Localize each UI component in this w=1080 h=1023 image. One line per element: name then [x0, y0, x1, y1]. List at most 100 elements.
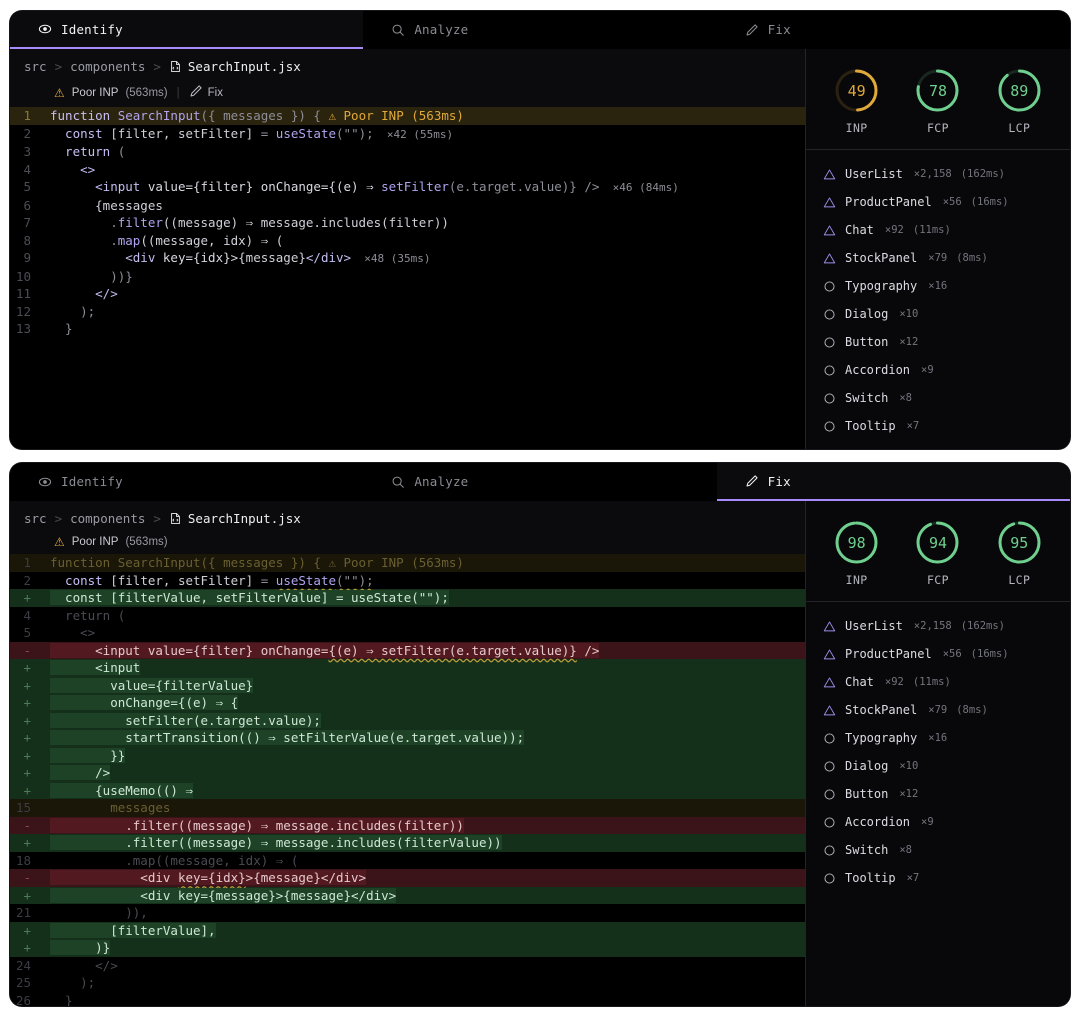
- code-token: setFilter: [381, 179, 449, 194]
- component-row[interactable]: Button ×12: [806, 328, 1070, 356]
- component-time: (162ms): [960, 168, 1005, 180]
- finding-fix-action[interactable]: Fix: [189, 84, 223, 101]
- component-name: Dialog: [845, 759, 889, 773]
- score-fcp: 94 FCP: [904, 519, 972, 587]
- component-name: Tooltip: [845, 871, 896, 885]
- line-source: <>: [40, 161, 805, 179]
- code-token: startTransition(() ⇒ setFilterValue(e.ta…: [50, 730, 525, 745]
- tab-analyze[interactable]: Analyze: [363, 463, 717, 501]
- circle-icon: [822, 279, 836, 293]
- diff-block: 1 function SearchInput({ messages }) { ⚠ …: [10, 554, 805, 1006]
- breadcrumb-file[interactable]: SearchInput.jsx: [169, 511, 301, 526]
- line-number: 18: [15, 852, 31, 868]
- code-token: />: [50, 765, 111, 780]
- breadcrumb-part[interactable]: src: [24, 59, 47, 74]
- code-token: )),: [50, 905, 148, 920]
- line-number: 9: [23, 250, 31, 265]
- component-row[interactable]: Accordion ×9: [806, 356, 1070, 384]
- code-line: 6 {messages: [10, 197, 805, 215]
- component-row[interactable]: Switch ×8: [806, 836, 1070, 864]
- line-number: 12: [15, 303, 31, 319]
- breadcrumb-separator: >: [153, 59, 161, 74]
- code-token: ×48 (35ms): [351, 252, 431, 265]
- code-token: key={idx}>: [162, 250, 239, 265]
- component-row[interactable]: Typography ×16: [806, 724, 1070, 752]
- component-name: UserList: [845, 167, 903, 181]
- warning-triangle-icon: [822, 619, 836, 633]
- breadcrumb-file-label: SearchInput.jsx: [187, 511, 301, 526]
- component-row[interactable]: Dialog ×10: [806, 752, 1070, 780]
- pencil-icon: [745, 474, 759, 488]
- component-row[interactable]: Typography ×16: [806, 272, 1070, 300]
- component-name: ProductPanel: [845, 647, 932, 661]
- line-source: );: [40, 303, 805, 321]
- code-token: function SearchInput({ messages }) { ⚠ P…: [50, 555, 464, 570]
- tab-fix[interactable]: Fix: [716, 463, 1070, 501]
- breadcrumb: src > components > SearchInput.jsx: [10, 49, 805, 82]
- code-token: function: [50, 108, 118, 123]
- breadcrumb-file-label: SearchInput.jsx: [187, 59, 301, 74]
- line-source: value={filterValue}: [40, 677, 805, 695]
- component-row[interactable]: UserList ×2,158 (162ms): [806, 160, 1070, 188]
- component-row[interactable]: Switch ×8: [806, 384, 1070, 412]
- component-row[interactable]: Chat ×92 (11ms): [806, 668, 1070, 696]
- score-value: 89: [1010, 81, 1029, 100]
- panel-body: src > components > SearchInput.jsx ⚠ Poor INP (…: [10, 49, 1070, 449]
- tab-analyze[interactable]: Analyze: [363, 11, 717, 49]
- line-source: )),: [40, 904, 805, 922]
- component-row[interactable]: Dialog ×10: [806, 300, 1070, 328]
- breadcrumb-part[interactable]: components: [70, 59, 145, 74]
- line-source: <div key={idx}>{message}</div> ×48 (35ms…: [40, 249, 805, 268]
- component-row[interactable]: Button ×12: [806, 780, 1070, 808]
- component-row[interactable]: Tooltip ×7: [806, 412, 1070, 440]
- component-row[interactable]: StockPanel ×79 (8ms): [806, 696, 1070, 724]
- code-token: </>: [50, 286, 118, 301]
- code-token: .: [50, 232, 118, 248]
- code-token: [filterValue],: [50, 922, 216, 938]
- breadcrumb-part[interactable]: components: [70, 511, 145, 526]
- component-row[interactable]: Chat ×92 (11ms): [806, 216, 1070, 244]
- component-name: Button: [845, 335, 889, 349]
- code-token: ("");: [336, 125, 374, 141]
- component-row[interactable]: UserList ×2,158 (162ms): [806, 612, 1070, 640]
- component-count: ×12: [899, 788, 919, 800]
- component-count: ×10: [899, 760, 919, 772]
- component-row[interactable]: ProductPanel ×56 (16ms): [806, 640, 1070, 668]
- tab-label: Fix: [767, 473, 791, 489]
- score-label: INP: [845, 121, 868, 135]
- breadcrumb-file[interactable]: SearchInput.jsx: [169, 59, 301, 74]
- score-value: 78: [928, 81, 948, 100]
- tab-identify[interactable]: Identify: [10, 463, 364, 501]
- diff-line-add: + const [filterValue, setFilterValue] = …: [10, 589, 805, 607]
- diff-line-add: + setFilter(e.target.value);: [10, 711, 805, 729]
- circle-icon: [822, 843, 836, 857]
- tab-identify[interactable]: Identify: [10, 11, 364, 49]
- component-row[interactable]: Accordion ×9: [806, 808, 1070, 836]
- line-number: 11: [15, 286, 31, 301]
- tab-label: Identify: [61, 21, 123, 37]
- tab-fix[interactable]: Fix: [716, 11, 1070, 49]
- line-source: );: [40, 974, 805, 992]
- code-token: messages: [50, 800, 171, 815]
- jsx-file-icon: [169, 512, 182, 525]
- circle-icon: [822, 391, 836, 405]
- component-row[interactable]: StockPanel ×79 (8ms): [806, 244, 1070, 272]
- breadcrumb-part[interactable]: src: [24, 511, 47, 526]
- component-count: ×8: [899, 844, 913, 856]
- warning-triangle-icon: [822, 675, 836, 689]
- component-name: StockPanel: [845, 251, 918, 265]
- component-row[interactable]: ProductPanel ×56 (16ms): [806, 188, 1070, 216]
- code-token: ))}: [50, 268, 133, 284]
- component-count: ×16: [928, 732, 948, 744]
- component-name: Dialog: [845, 307, 889, 321]
- search-icon: [391, 23, 405, 37]
- code-column: src > components > SearchInput.jsx ⚠ Poor INP (…: [10, 501, 805, 1006]
- code-line: 4 <>: [10, 161, 805, 179]
- warning-triangle-icon: [822, 223, 836, 237]
- line-source: const [filter, setFilter] = useState("")…: [40, 125, 805, 144]
- component-count: ×2,158: [913, 168, 952, 180]
- score-ring: 49: [833, 67, 880, 114]
- component-row[interactable]: Tooltip ×7: [806, 864, 1070, 892]
- line-number: 24: [15, 957, 31, 973]
- line-source: }}: [40, 747, 805, 765]
